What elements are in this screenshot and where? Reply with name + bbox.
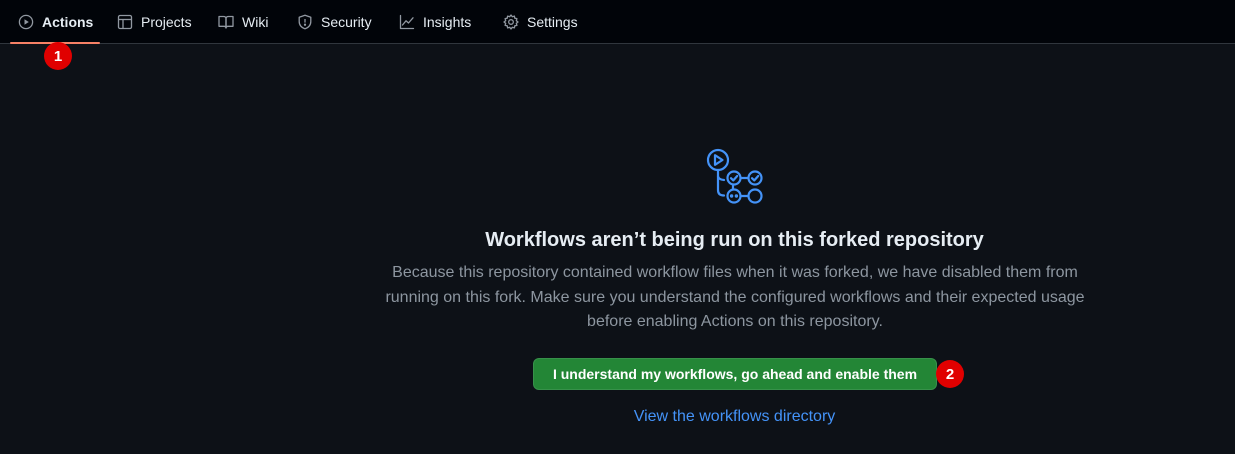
tab-insights[interactable]: Insights xyxy=(391,0,479,44)
page-description: Because this repository contained workfl… xyxy=(385,264,1085,330)
step-1-badge: 1 xyxy=(44,42,72,70)
repo-nav: Actions Projects Wiki Security Insights … xyxy=(0,0,1235,44)
play-circle-icon xyxy=(18,14,34,30)
tab-actions[interactable]: Actions xyxy=(10,0,100,44)
tab-wiki[interactable]: Wiki xyxy=(210,0,276,44)
table-icon xyxy=(117,14,133,30)
workflows-directory-link[interactable]: View the workflows directory xyxy=(0,408,1235,426)
enable-workflows-button[interactable]: I understand my workflows, go ahead and … xyxy=(533,358,937,390)
gear-icon xyxy=(503,14,519,30)
step-2-badge: 2 xyxy=(936,360,964,388)
shield-icon xyxy=(297,14,313,30)
tab-label: Projects xyxy=(141,14,192,30)
page-title: Workflows aren’t being run on this forke… xyxy=(485,229,984,251)
tab-label: Actions xyxy=(42,14,94,30)
tab-label: Insights xyxy=(423,14,472,30)
tab-label: Settings xyxy=(527,14,578,30)
workflow-icon xyxy=(703,147,767,209)
tab-security[interactable]: Security xyxy=(289,0,380,44)
tab-label: Wiki xyxy=(242,14,269,30)
graph-icon xyxy=(399,14,415,30)
tab-projects[interactable]: Projects xyxy=(109,0,200,44)
tab-label: Security xyxy=(321,14,372,30)
book-icon xyxy=(218,14,234,30)
tab-settings[interactable]: Settings xyxy=(495,0,586,44)
